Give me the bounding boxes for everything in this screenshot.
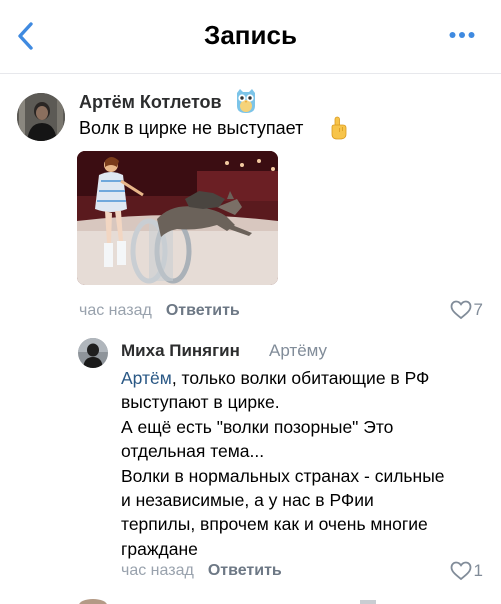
- comment-author[interactable]: Артём Котлетов: [79, 92, 222, 113]
- like-button[interactable]: 7: [450, 298, 483, 322]
- reply-text: Артём, только волки обитающие в РФ высту…: [121, 368, 445, 559]
- owl-icon: [237, 89, 255, 113]
- reply-meta: час назад Ответить: [121, 562, 282, 580]
- like-count: 7: [473, 300, 483, 319]
- more-horizontal-icon[interactable]: [449, 30, 475, 40]
- top-bar: Запись: [0, 0, 501, 74]
- like-button[interactable]: 1: [450, 559, 483, 583]
- next-comment-peek: [79, 599, 376, 604]
- comment-time: час назад: [79, 302, 152, 319]
- reply-time: час назад: [121, 562, 194, 579]
- pointing-up-hand-icon: [331, 116, 347, 140]
- heart-icon: [450, 561, 471, 581]
- reply-button[interactable]: Ответить: [208, 562, 282, 579]
- reply-button[interactable]: Ответить: [166, 302, 240, 319]
- avatar[interactable]: [78, 338, 108, 368]
- page-title: Запись: [204, 20, 297, 50]
- mention-link[interactable]: Артём: [121, 368, 172, 388]
- reply-author[interactable]: Миха Пинягин: [121, 341, 240, 361]
- like-count: 1: [473, 561, 483, 580]
- comment-text: Волк в цирке не выступает: [79, 118, 304, 138]
- attached-photo[interactable]: [77, 151, 278, 285]
- comment-meta: час назад Ответить: [79, 302, 240, 320]
- avatar[interactable]: [17, 93, 65, 141]
- heart-icon: [450, 300, 471, 320]
- reply-to[interactable]: Артёму: [269, 341, 327, 361]
